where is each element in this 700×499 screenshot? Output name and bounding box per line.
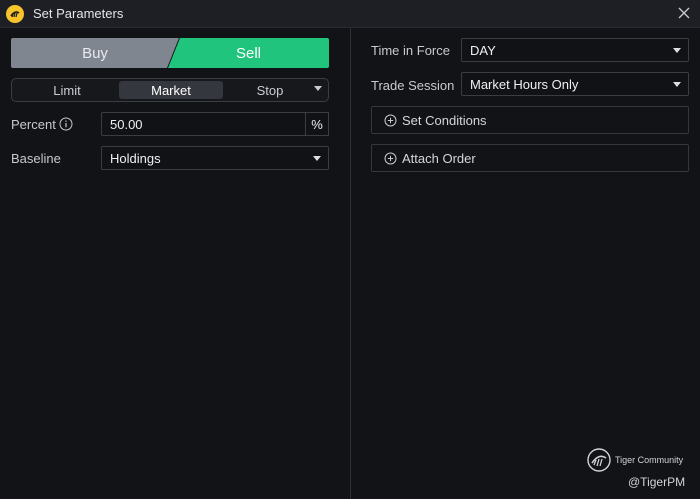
plus-circle-icon xyxy=(384,114,397,127)
time-in-force-value: DAY xyxy=(470,42,496,58)
time-in-force-select[interactable]: DAY xyxy=(461,38,689,62)
trade-session-select[interactable]: Market Hours Only xyxy=(461,72,689,96)
chevron-down-icon xyxy=(673,48,681,53)
percent-unit: % xyxy=(305,112,329,136)
chevron-down-icon xyxy=(313,156,321,161)
attach-order-label: Attach Order xyxy=(402,150,476,166)
plus-circle-icon xyxy=(384,152,397,165)
trade-session-label: Trade Session xyxy=(371,78,455,93)
baseline-select[interactable]: Holdings xyxy=(101,146,329,170)
tab-market[interactable]: Market xyxy=(119,81,223,99)
tiger-community-logo-icon xyxy=(586,447,612,473)
trade-session-value: Market Hours Only xyxy=(470,76,579,92)
percent-label: Percent xyxy=(11,117,56,132)
window-title: Set Parameters xyxy=(33,6,124,21)
buy-button[interactable]: Buy xyxy=(11,38,179,68)
attach-order-button[interactable]: Attach Order xyxy=(371,144,689,172)
panel-divider xyxy=(350,28,351,499)
title-bar: Set Parameters xyxy=(0,0,700,28)
set-conditions-label: Set Conditions xyxy=(402,112,487,128)
close-icon[interactable] xyxy=(676,5,692,21)
time-in-force-label: Time in Force xyxy=(371,43,450,58)
set-conditions-button[interactable]: Set Conditions xyxy=(371,106,689,134)
chevron-down-icon[interactable] xyxy=(314,86,322,91)
baseline-value: Holdings xyxy=(110,150,161,166)
tiger-logo-icon xyxy=(6,5,24,23)
tab-stop[interactable]: Stop xyxy=(224,81,316,99)
percent-input[interactable]: 50.00 xyxy=(101,112,306,136)
tab-limit[interactable]: Limit xyxy=(16,81,118,99)
baseline-label: Baseline xyxy=(11,151,61,166)
watermark-handle: @TigerPM xyxy=(628,475,686,489)
watermark-brand: Tiger Community xyxy=(615,455,684,465)
order-type-tabs: Limit Market Stop xyxy=(11,78,329,102)
sell-button[interactable]: Sell xyxy=(168,38,329,68)
info-icon[interactable] xyxy=(59,117,73,131)
chevron-down-icon xyxy=(673,82,681,87)
